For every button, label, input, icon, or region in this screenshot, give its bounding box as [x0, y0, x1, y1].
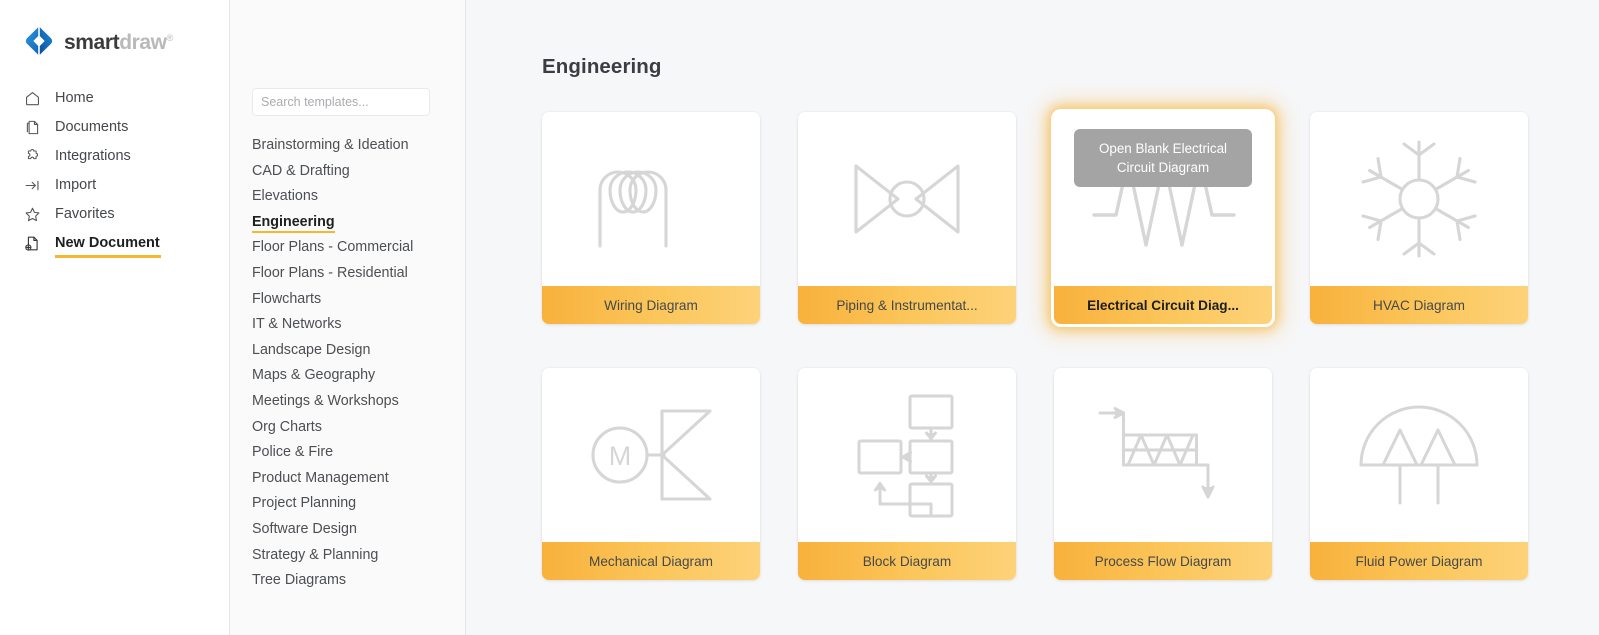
template-card-wiring-diagram[interactable]: Wiring Diagram — [542, 112, 760, 324]
card-body[interactable]: HVAC Diagram — [1310, 112, 1528, 324]
template-card-mechanical-diagram[interactable]: M Mechanical Diagram — [542, 368, 760, 580]
category-item-floor-plans-residential[interactable]: Floor Plans - Residential — [252, 261, 408, 287]
card-label: Electrical Circuit Diag... — [1054, 286, 1272, 324]
category-item-software-design[interactable]: Software Design — [252, 517, 357, 543]
svg-text:M: M — [609, 441, 632, 471]
category-item-meetings-workshops[interactable]: Meetings & Workshops — [252, 389, 399, 415]
main-content: Engineering Wiring Diagram Piping & Inst… — [466, 0, 1599, 635]
template-row: Wiring Diagram Piping & Instrumentat... … — [542, 112, 1552, 324]
search-template-box[interactable] — [252, 88, 430, 116]
template-grid: Wiring Diagram Piping & Instrumentat... … — [542, 112, 1552, 580]
category-item-it-networks[interactable]: IT & Networks — [252, 312, 342, 338]
sidebar-item-label: New Document — [55, 235, 161, 258]
category-list: Brainstorming & Ideation CAD & Drafting … — [252, 133, 452, 594]
motor-valve-icon: M — [584, 403, 718, 507]
resistor-waveform-icon — [1088, 139, 1238, 259]
card-thumbnail — [798, 112, 1016, 286]
template-card-fluid-power-diagram[interactable]: Fluid Power Diagram — [1310, 368, 1528, 580]
category-item-floor-plans-commercial[interactable]: Floor Plans - Commercial — [252, 235, 413, 261]
sidebar-item-label: Import — [55, 177, 97, 194]
sidebar-item-home[interactable]: Home — [0, 84, 229, 113]
category-item-strategy-planning[interactable]: Strategy & Planning — [252, 543, 378, 569]
snowflake-icon — [1356, 136, 1482, 262]
sidebar-item-import[interactable]: Import — [0, 171, 229, 200]
template-card-electrical-circuit-diagram[interactable]: Open Blank Electrical Circuit Diagram El… — [1054, 112, 1272, 324]
template-card-block-diagram[interactable]: Block Diagram — [798, 368, 1016, 580]
sidebar-item-integrations[interactable]: Integrations — [0, 142, 229, 171]
card-label: Block Diagram — [798, 542, 1016, 580]
category-item-flowcharts[interactable]: Flowcharts — [252, 287, 321, 313]
card-thumbnail: Open Blank Electrical Circuit Diagram — [1054, 112, 1272, 286]
coil-icon — [586, 144, 716, 254]
sidebar-item-new-document[interactable]: New Document — [0, 229, 229, 258]
card-thumbnail — [1054, 368, 1272, 542]
card-body[interactable]: Process Flow Diagram — [1054, 368, 1272, 580]
wordmark-trademark: ® — [166, 32, 174, 43]
wordmark-smart: smart — [64, 30, 120, 54]
card-label: Wiring Diagram — [542, 286, 760, 324]
category-item-project-planning[interactable]: Project Planning — [252, 491, 356, 517]
sidebar-item-favorites[interactable]: Favorites — [0, 200, 229, 229]
template-card-piping-instrumentation[interactable]: Piping & Instrumentat... — [798, 112, 1016, 324]
category-item-elevations[interactable]: Elevations — [252, 184, 318, 210]
app-root: smartdraw® Home Documents Integrations I… — [0, 0, 1599, 635]
sidebar-item-label: Integrations — [55, 148, 131, 165]
smartdraw-logo[interactable]: smartdraw® — [0, 0, 229, 62]
butterfly-valve-icon — [842, 154, 972, 244]
card-thumbnail — [1310, 368, 1528, 542]
left-navigation: smartdraw® Home Documents Integrations I… — [0, 0, 230, 635]
sidebar-item-documents[interactable]: Documents — [0, 113, 229, 142]
sidebar-item-label: Home — [55, 90, 94, 107]
card-body[interactable]: Piping & Instrumentat... — [798, 112, 1016, 324]
category-item-engineering[interactable]: Engineering — [252, 210, 335, 236]
category-item-tree-diagrams[interactable]: Tree Diagrams — [252, 568, 346, 594]
card-body[interactable]: Block Diagram — [798, 368, 1016, 580]
category-item-police-fire[interactable]: Police & Fire — [252, 440, 333, 466]
page-title: Engineering — [542, 55, 662, 78]
card-label: Fluid Power Diagram — [1310, 542, 1528, 580]
category-item-cad-drafting[interactable]: CAD & Drafting — [252, 159, 350, 185]
import-arrow-icon — [23, 177, 41, 195]
card-label: Process Flow Diagram — [1054, 542, 1272, 580]
sidebar-item-label: Favorites — [55, 206, 115, 223]
blocks-arrows-icon — [843, 391, 971, 519]
nav-item-list: Home Documents Integrations Import Favor… — [0, 84, 229, 258]
wordmark-draw: draw — [119, 30, 167, 54]
category-item-product-management[interactable]: Product Management — [252, 466, 389, 492]
new-document-icon — [23, 235, 41, 253]
template-card-hvac-diagram[interactable]: HVAC Diagram — [1310, 112, 1528, 324]
card-label: HVAC Diagram — [1310, 286, 1528, 324]
card-label: Piping & Instrumentat... — [798, 286, 1016, 324]
pump-icon — [1355, 403, 1483, 507]
home-icon — [23, 90, 41, 108]
template-card-process-flow-diagram[interactable]: Process Flow Diagram — [1054, 368, 1272, 580]
puzzle-icon — [23, 148, 41, 166]
heat-exchanger-icon — [1098, 401, 1228, 509]
category-item-brainstorming-ideation[interactable]: Brainstorming & Ideation — [252, 133, 409, 159]
template-row: M Mechanical Diagram Block Diagram Proce… — [542, 368, 1552, 580]
category-item-landscape-design[interactable]: Landscape Design — [252, 338, 370, 364]
card-thumbnail — [1310, 112, 1528, 286]
card-thumbnail: M — [542, 368, 760, 542]
sidebar-item-label: Documents — [55, 119, 129, 136]
card-label: Mechanical Diagram — [542, 542, 760, 580]
smartdraw-wordmark: smartdraw® — [64, 32, 173, 53]
card-body[interactable]: Open Blank Electrical Circuit Diagram El… — [1054, 112, 1272, 324]
star-icon — [23, 206, 41, 224]
category-item-org-charts[interactable]: Org Charts — [252, 415, 322, 441]
card-body[interactable]: Fluid Power Diagram — [1310, 368, 1528, 580]
category-item-maps-geography[interactable]: Maps & Geography — [252, 363, 375, 389]
template-category-panel: Brainstorming & Ideation CAD & Drafting … — [230, 0, 466, 635]
card-body[interactable]: M Mechanical Diagram — [542, 368, 760, 580]
search-input[interactable] — [253, 89, 429, 115]
card-thumbnail — [798, 368, 1016, 542]
card-body[interactable]: Wiring Diagram — [542, 112, 760, 324]
card-thumbnail — [542, 112, 760, 286]
document-icon — [23, 119, 41, 137]
smartdraw-logo-icon — [24, 26, 54, 56]
